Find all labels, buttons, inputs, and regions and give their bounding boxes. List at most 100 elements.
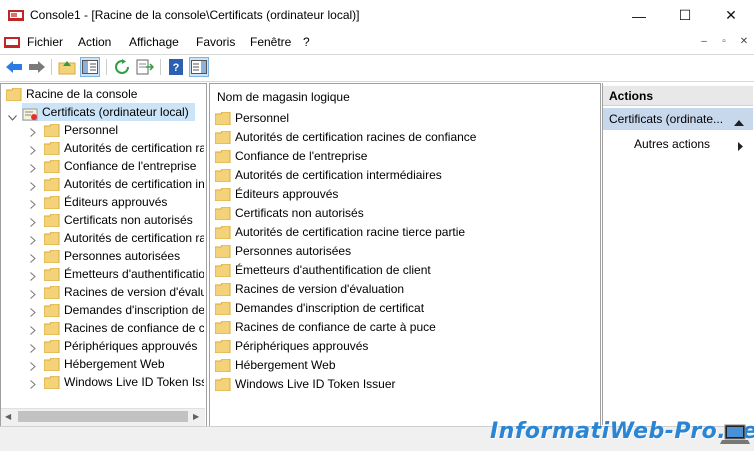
tree-store-label: Certificats (ordinateur local) [42, 105, 189, 119]
folder-icon [5, 87, 22, 102]
tree-item[interactable]: Périphériques approuvés [44, 337, 204, 355]
chevron-right-icon[interactable] [30, 126, 36, 140]
mmc-app-icon[interactable] [8, 8, 24, 22]
list-item[interactable]: Émetteurs d'authentification de client [214, 261, 431, 280]
menu-fichier[interactable]: Fichier [27, 35, 63, 49]
chevron-right-icon[interactable] [30, 216, 36, 230]
list-item[interactable]: Personnes autorisées [214, 242, 351, 261]
folder-icon [214, 149, 231, 164]
folder-icon [44, 339, 60, 354]
list-item[interactable]: Autorités de certification racines de co… [214, 128, 476, 147]
back-icon[interactable] [4, 57, 24, 77]
folder-icon [44, 321, 60, 336]
tree-item[interactable]: Autorités de certification in [44, 175, 204, 193]
tree-item-label: Hébergement Web [64, 357, 165, 371]
mdi-minimize-button[interactable]: – [697, 36, 711, 48]
chevron-right-icon[interactable] [30, 306, 36, 320]
chevron-right-icon[interactable] [30, 252, 36, 266]
show-hide-tree-icon[interactable] [80, 57, 100, 77]
forward-icon[interactable] [27, 57, 47, 77]
tree-item[interactable]: Émetteurs d'authentificatio [44, 265, 204, 283]
tree-item-label: Émetteurs d'authentificatio [64, 267, 204, 281]
list-item[interactable]: Racines de confiance de carte à puce [214, 318, 436, 337]
chevron-right-icon[interactable] [30, 324, 36, 338]
menu-affichage[interactable]: Affichage [129, 35, 179, 49]
list-item-label: Windows Live ID Token Issuer [235, 377, 396, 391]
tree-item-label: Éditeurs approuvés [64, 195, 168, 209]
tree-item[interactable]: Racines de version d'évalua [44, 283, 204, 301]
mdi-restore-button[interactable]: ▫ [717, 36, 731, 48]
menu-action[interactable]: Action [78, 35, 111, 49]
tree-item[interactable]: Personnel [44, 121, 204, 139]
list-item[interactable]: Autorités de certification intermédiaire… [214, 166, 442, 185]
certificates-store-icon [22, 106, 38, 121]
list-item[interactable]: Confiance de l'entreprise [214, 147, 367, 166]
actions-header: Actions [603, 86, 753, 106]
list-item[interactable]: Racines de version d'évaluation [214, 280, 404, 299]
tree-item[interactable]: Autorités de certification ra [44, 229, 204, 247]
scroll-left-icon[interactable]: ◀ [5, 412, 11, 421]
tree-item-label: Racines de version d'évalua [64, 285, 204, 299]
list-item[interactable]: Hébergement Web [214, 356, 336, 375]
column-header-store-name[interactable]: Nom de magasin logique [217, 90, 350, 104]
folder-icon [214, 168, 231, 183]
tree-item[interactable]: Autorités de certification ra [44, 139, 204, 157]
chevron-right-icon[interactable] [30, 378, 36, 392]
tree-item-label: Périphériques approuvés [64, 339, 198, 353]
tree-item-label: Autorités de certification in [64, 177, 204, 191]
help-icon[interactable]: ? [166, 57, 186, 77]
tree-item[interactable]: Windows Live ID Token Issu [44, 373, 204, 391]
menu-help[interactable]: ? [303, 35, 310, 49]
more-actions-item[interactable]: Autres actions [634, 137, 710, 151]
chevron-right-icon[interactable] [30, 144, 36, 158]
chevron-right-icon[interactable] [30, 198, 36, 212]
chevron-right-icon[interactable] [30, 360, 36, 374]
chevron-right-icon[interactable] [30, 342, 36, 356]
mdi-close-button[interactable]: ✕ [737, 36, 751, 48]
chevron-right-icon[interactable] [30, 162, 36, 176]
list-item[interactable]: Demandes d'inscription de certificat [214, 299, 424, 318]
collapse-up-icon[interactable] [734, 115, 744, 129]
folder-icon [44, 213, 60, 228]
minimize-button[interactable]: — [616, 0, 662, 31]
folder-icon [44, 375, 60, 390]
list-item[interactable]: Personnel [214, 109, 289, 128]
scrollbar-thumb[interactable] [18, 411, 188, 422]
export-list-icon[interactable] [135, 57, 155, 77]
show-hide-action-pane-icon[interactable] [189, 57, 209, 77]
list-item[interactable]: Windows Live ID Token Issuer [214, 375, 396, 394]
up-folder-icon[interactable] [57, 57, 77, 77]
tree-item[interactable]: Personnes autorisées [44, 247, 204, 265]
tree-item-certificats[interactable]: Certificats (ordinateur local) [22, 103, 195, 121]
tree-item[interactable]: Confiance de l'entreprise [44, 157, 204, 175]
watermark-text: InformatiWeb-Pro.net [490, 419, 754, 444]
chevron-right-icon[interactable] [30, 288, 36, 302]
list-item[interactable]: Éditeurs approuvés [214, 185, 338, 204]
chevron-right-icon[interactable] [30, 270, 36, 284]
chevron-down-icon[interactable] [8, 110, 17, 124]
refresh-icon[interactable] [112, 57, 132, 77]
menu-fenetre[interactable]: Fenêtre [250, 35, 291, 49]
list-item[interactable]: Périphériques approuvés [214, 337, 368, 356]
folder-icon [214, 111, 231, 126]
tree-item-label: Personnel [64, 123, 119, 137]
folder-icon [214, 358, 231, 373]
tree-root[interactable]: Racine de la console [5, 85, 137, 103]
actions-section-certificats[interactable]: Certificats (ordinate... [603, 108, 753, 130]
folder-icon [214, 187, 231, 202]
close-button[interactable]: ✕ [708, 0, 754, 31]
scroll-right-icon[interactable]: ▶ [193, 412, 199, 421]
tree-item[interactable]: Certificats non autorisés [44, 211, 204, 229]
tree-item[interactable]: Éditeurs approuvés [44, 193, 204, 211]
menu-favoris[interactable]: Favoris [196, 35, 235, 49]
chevron-right-icon[interactable] [30, 180, 36, 194]
tree-item[interactable]: Racines de confiance de ca [44, 319, 204, 337]
list-item[interactable]: Autorités de certification racine tierce… [214, 223, 465, 242]
chevron-right-icon[interactable] [30, 234, 36, 248]
tree-item[interactable]: Demandes d'inscription de [44, 301, 204, 319]
list-item[interactable]: Certificats non autorisés [214, 204, 364, 223]
tree-item[interactable]: Hébergement Web [44, 355, 204, 373]
maximize-button[interactable]: ☐ [662, 0, 708, 31]
console-menu-icon[interactable] [4, 34, 20, 50]
folder-icon [44, 285, 60, 300]
